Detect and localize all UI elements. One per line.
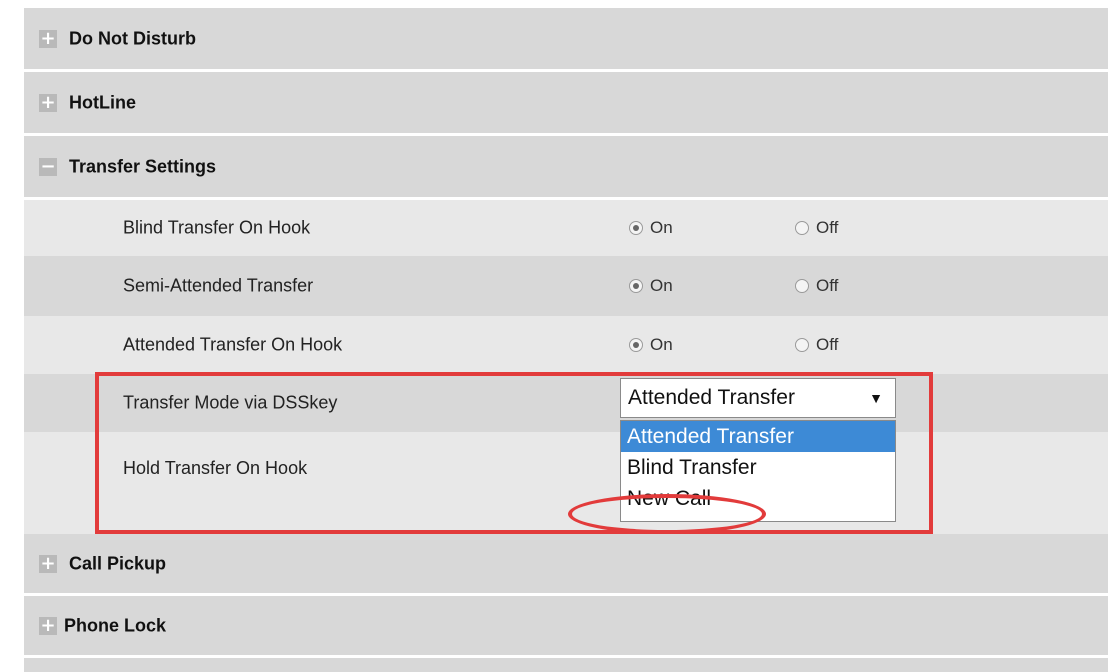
setting-label: Transfer Mode via DSSkey [123, 392, 338, 413]
section-do-not-disturb[interactable]: + Do Not Disturb [24, 8, 1108, 72]
setting-row-transfer-mode-via-dsskey: Transfer Mode via DSSkey [24, 374, 1108, 432]
section-title: HotLine [69, 92, 136, 112]
setting-label: Attended Transfer On Hook [123, 334, 343, 355]
radio-label: On [650, 276, 673, 295]
dropdown-arrow-icon[interactable]: ▼ [869, 390, 883, 406]
setting-row-hold-transfer-on-hook: Hold Transfer On Hook [24, 432, 1108, 534]
radio-unchecked-icon[interactable] [795, 279, 809, 293]
radio-label: On [650, 335, 673, 354]
setting-row-semi-attended-transfer: Semi-Attended Transfer On Off [24, 256, 1108, 316]
section-title: Transfer Settings [69, 156, 217, 176]
radio-label: On [650, 218, 673, 237]
radio-unchecked-icon[interactable] [795, 338, 809, 352]
radio-semi-attended-off[interactable]: Off [795, 276, 838, 296]
section-transfer-settings[interactable]: − Transfer Settings [24, 136, 1108, 200]
setting-row-attended-transfer-on-hook: Attended Transfer On Hook On Off [24, 316, 1108, 374]
dropdown-option-attended-transfer[interactable]: Attended Transfer [621, 421, 895, 452]
radio-attended-on-hook-on[interactable]: On [629, 335, 673, 355]
radio-checked-icon[interactable] [629, 279, 643, 293]
section-call-pickup[interactable]: + Call Pickup [24, 534, 1108, 596]
radio-label: Off [816, 335, 839, 354]
dropdown-option-blind-transfer[interactable]: Blind Transfer [621, 452, 895, 483]
radio-checked-icon[interactable] [629, 338, 643, 352]
expand-icon[interactable]: + [39, 554, 57, 573]
section-title: Phone Lock [64, 615, 167, 635]
section-next [24, 658, 1108, 672]
section-hotline[interactable]: + HotLine [24, 72, 1108, 136]
setting-row-blind-transfer-on-hook: Blind Transfer On Hook On Off [24, 200, 1108, 256]
dropdown-option-new-call[interactable]: New Call [621, 483, 895, 514]
expand-icon[interactable]: + [39, 93, 57, 112]
radio-unchecked-icon[interactable] [795, 221, 809, 235]
section-title: Do Not Disturb [69, 28, 196, 48]
setting-label: Semi-Attended Transfer [123, 275, 314, 296]
transfer-mode-select[interactable]: Attended Transfer ▼ [620, 378, 896, 418]
radio-label: Off [816, 276, 839, 295]
expand-icon[interactable]: + [39, 29, 57, 48]
section-phone-lock[interactable]: + Phone Lock [24, 596, 1108, 658]
transfer-mode-dropdown-list: Attended Transfer Blind Transfer New Cal… [620, 420, 896, 522]
radio-checked-icon[interactable] [629, 221, 643, 235]
collapse-icon[interactable]: − [39, 157, 57, 176]
radio-semi-attended-on[interactable]: On [629, 276, 673, 296]
radio-blind-on-hook-off[interactable]: Off [795, 218, 838, 238]
radio-attended-on-hook-off[interactable]: Off [795, 335, 838, 355]
expand-icon[interactable]: + [39, 616, 57, 635]
setting-label: Blind Transfer On Hook [123, 217, 311, 238]
setting-label: Hold Transfer On Hook [123, 458, 308, 478]
radio-blind-on-hook-on[interactable]: On [629, 218, 673, 238]
radio-label: Off [816, 218, 839, 237]
select-value: Attended Transfer [628, 386, 795, 409]
phone-features-panel: + Do Not Disturb + HotLine − Transfer Se… [24, 8, 1108, 672]
section-title: Call Pickup [69, 553, 167, 573]
